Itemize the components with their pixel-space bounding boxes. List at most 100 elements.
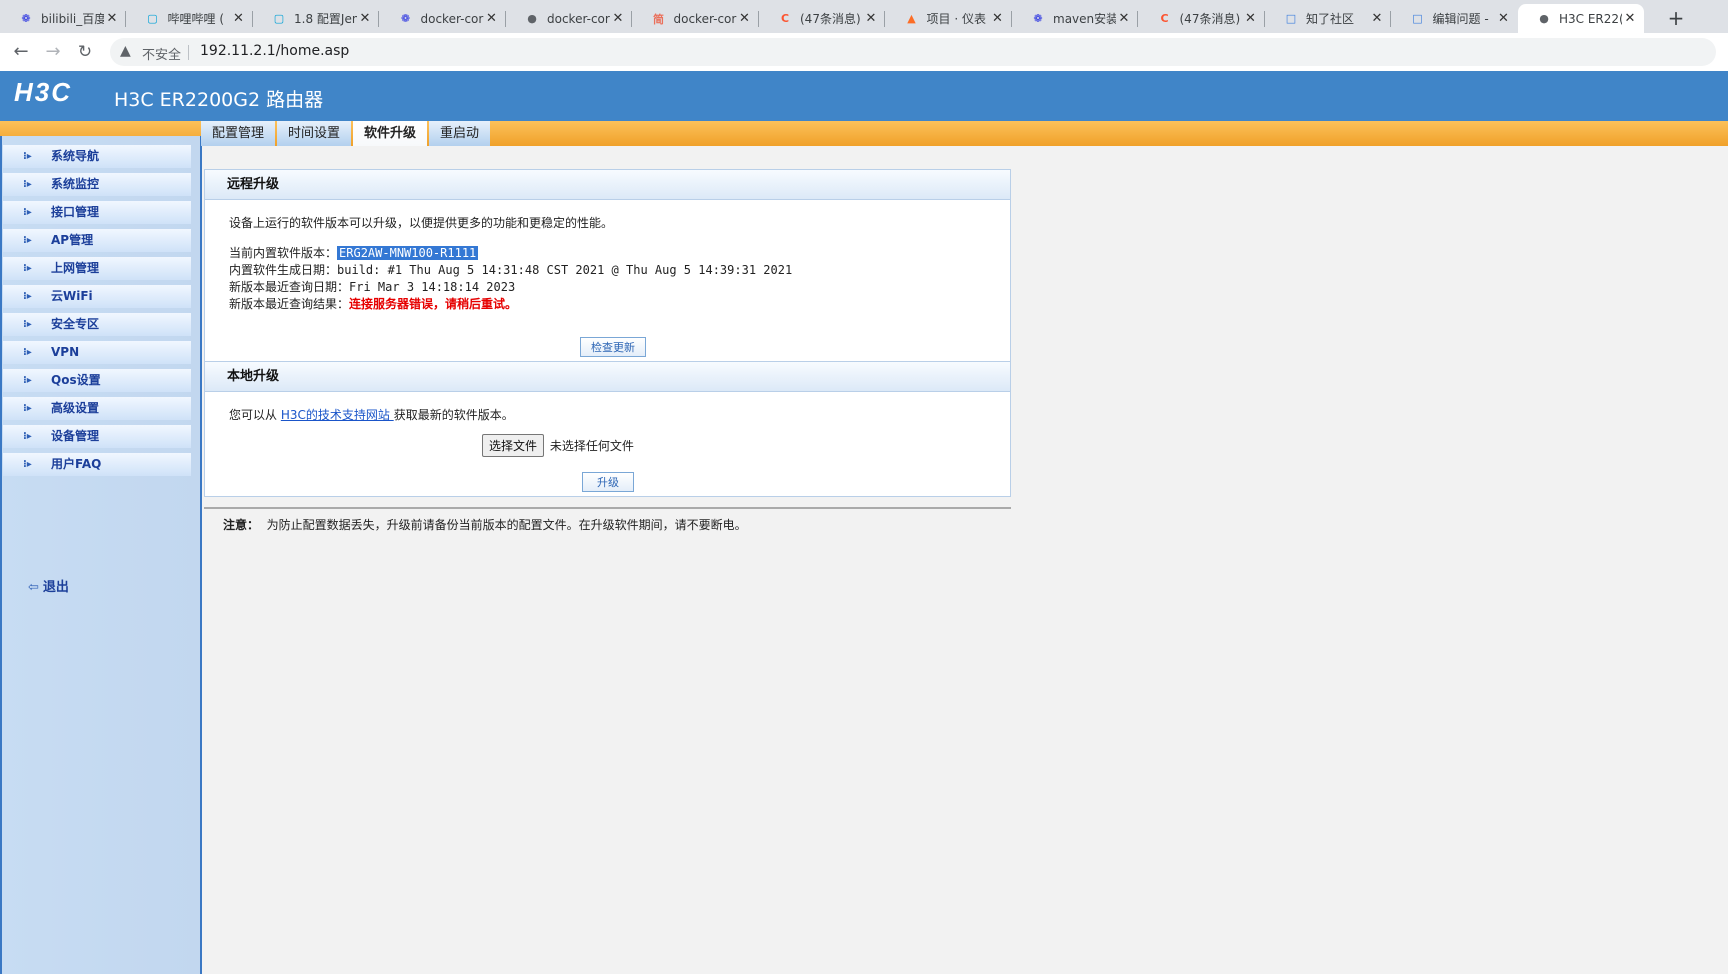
close-icon[interactable]: ✕ [1116, 11, 1132, 26]
browser-tab-title: docker-cor [673, 11, 737, 26]
insecure-label[interactable]: 不安全 [142, 44, 181, 63]
close-icon[interactable]: ✕ [484, 11, 500, 26]
logout-link[interactable]: ⇦ 退出 [28, 576, 69, 595]
sub-tab[interactable]: 软件升级 [353, 121, 428, 146]
menu-bullet-icon: ⁝▸ [23, 319, 32, 330]
bilibili-tv-icon: ▢ [147, 12, 158, 25]
build-date-label: 内置软件生成日期： [229, 263, 338, 277]
browser-tab[interactable]: 简 docker-cor ✕ [633, 4, 759, 33]
browser-tab[interactable]: C (47条消息) ✕ [1139, 4, 1265, 33]
sidebar-menu-item[interactable]: ⁝▸ 高级设置 [3, 397, 191, 420]
browser-tab[interactable]: ❁ maven安装 ✕ [1012, 4, 1138, 33]
close-icon[interactable]: ✕ [104, 11, 120, 26]
close-icon[interactable]: ✕ [990, 11, 1006, 26]
last-query-date-row: 新版本最近查询日期：Fri Mar 3 14:18:14 2023 [229, 279, 1010, 296]
remote-upgrade-panel: 远程升级 设备上运行的软件版本可以升级，以便提供更多的功能和更稳定的性能。 当前… [204, 169, 1011, 362]
sidebar-menu-item[interactable]: ⁝▸ 接口管理 [3, 201, 191, 224]
browser-tab-title: (47条消息) [1179, 12, 1241, 26]
close-icon[interactable]: ✕ [737, 11, 753, 26]
sidebar-menu-item[interactable]: ⁝▸ 系统监控 [3, 173, 191, 196]
support-site-link[interactable]: H3C的技术支持网站 [281, 408, 394, 422]
close-icon[interactable]: ✕ [1622, 11, 1638, 26]
sidebar-menu-label[interactable]: 系统导航 [51, 145, 99, 168]
sidebar-menu-item[interactable]: ⁝▸ AP管理 [3, 229, 191, 252]
sidebar-menu-label[interactable]: Qos设置 [51, 369, 101, 392]
top-banner: H3C H3C ER2200G2 路由器 [0, 71, 1728, 121]
sidebar-menu-item[interactable]: ⁝▸ 安全专区 [3, 313, 191, 336]
sidebar-menu-item[interactable]: ⁝▸ 系统导航 [3, 145, 191, 168]
build-date-value: build: #1 Thu Aug 5 14:31:48 CST 2021 @ … [337, 263, 793, 277]
csdn-icon: C [1160, 12, 1169, 25]
sidebar-menu-item[interactable]: ⁝▸ 设备管理 [3, 425, 191, 448]
browser-tab-title: docker-cor [420, 11, 484, 26]
menu-bullet-icon: ⁝▸ [23, 207, 32, 218]
baidu-paw-icon: ❁ [400, 12, 411, 25]
browser-tab[interactable]: □ 知了社区 ✕ [1265, 4, 1391, 33]
browser-tab[interactable]: ❁ bilibili_百度 ✕ [0, 4, 126, 33]
browser-tab[interactable]: ● docker-cor ✕ [506, 4, 632, 33]
sidebar-menu-item[interactable]: ⁝▸ 云WiFi [3, 285, 191, 308]
zhiliao-icon: □ [1412, 12, 1423, 25]
remote-upgrade-heading: 远程升级 [205, 170, 1010, 200]
browser-tab-title: bilibili_百度 [41, 12, 104, 26]
menu-bullet-icon: ⁝▸ [23, 431, 32, 442]
sidebar-menu-label[interactable]: 用户FAQ [51, 453, 101, 476]
close-icon[interactable]: ✕ [231, 11, 247, 26]
sidebar-menu-label[interactable]: 接口管理 [51, 201, 99, 224]
choose-file-button[interactable]: 选择文件 [482, 434, 545, 457]
sidebar-menu-label[interactable]: 安全专区 [51, 313, 99, 336]
note-divider [204, 507, 1011, 509]
close-icon[interactable]: ✕ [863, 11, 879, 26]
browser-tab[interactable]: ▢ 1.8 配置Jen ✕ [253, 4, 379, 33]
forward-icon[interactable]: → [42, 41, 64, 63]
url-text[interactable]: 192.11.2.1/home.asp [200, 43, 349, 59]
browser-tab[interactable]: ▲ 项目 · 仪表 ✕ [886, 4, 1012, 33]
warning-icon[interactable]: ▲ [120, 43, 131, 59]
browser-tab[interactable]: ● H3C ER22(✕ [1518, 4, 1644, 33]
address-bar[interactable]: ▲ 不安全 192.11.2.1/home.asp [110, 38, 1716, 66]
note-text: 为防止配置数据丢失，升级前请备份当前版本的配置文件。在升级软件期间，请不要断电。 [266, 518, 747, 532]
back-icon[interactable]: ← [10, 41, 32, 63]
sidebar-menu-label[interactable]: 云WiFi [51, 285, 93, 308]
new-tab-button[interactable]: + [1662, 4, 1690, 32]
sidebar-menu-item[interactable]: ⁝▸ Qos设置 [3, 369, 191, 392]
current-version-label: 当前内置软件版本： [229, 246, 338, 260]
close-icon[interactable]: ✕ [610, 11, 626, 26]
menu-bullet-icon: ⁝▸ [23, 235, 32, 246]
sub-tab[interactable]: 重启动 [429, 121, 491, 146]
sidebar-menu-label[interactable]: 高级设置 [51, 397, 99, 420]
browser-tab-title: (47条消息) [800, 12, 861, 26]
local-upgrade-panel: 本地升级 您可以从 H3C的技术支持网站 获取最新的软件版本。 选择文件 未选择… [204, 362, 1011, 497]
close-icon[interactable]: ✕ [1496, 11, 1512, 26]
local-intro: 您可以从 H3C的技术支持网站 获取最新的软件版本。 [229, 406, 1010, 423]
sidebar-menu-label[interactable]: 设备管理 [51, 425, 99, 448]
sidebar-menu-label[interactable]: VPN [51, 341, 79, 364]
current-version-row: 当前内置软件版本： ERG2AW-MNW100-R1111 [229, 245, 1010, 262]
close-icon[interactable]: ✕ [1369, 11, 1385, 26]
browser-tab-strip: ❁ bilibili_百度 ✕ ▢ 哔哩哔哩 (✕ ▢ 1.8 配置Jen ✕ ❁ docker-… [0, 0, 1728, 33]
browser-tab-title: 项目 · 仪表 [926, 12, 986, 26]
baidu-paw-icon: ❁ [1033, 12, 1043, 25]
upgrade-button[interactable]: 升级 [582, 472, 634, 492]
logout-label[interactable]: 退出 [43, 580, 69, 595]
sidebar-menu-label[interactable]: 系统监控 [51, 173, 99, 196]
sidebar-menu-label[interactable]: AP管理 [51, 229, 93, 252]
reload-icon[interactable]: ↻ [74, 41, 96, 63]
sidebar-menu-item[interactable]: ⁝▸ 上网管理 [3, 257, 191, 280]
build-date-row: 内置软件生成日期：build: #1 Thu Aug 5 14:31:48 CS… [229, 262, 1010, 279]
close-icon[interactable]: ✕ [357, 11, 373, 26]
browser-tab-title: 哔哩哔哩 ( [167, 12, 225, 26]
browser-tab[interactable]: C (47条消息) ✕ [759, 4, 885, 33]
sub-tab[interactable]: 配置管理 [201, 121, 276, 146]
browser-tab-title: docker-cor [547, 11, 610, 26]
browser-tab[interactable]: ❁ docker-cor ✕ [380, 4, 506, 33]
check-update-button[interactable]: 检查更新 [580, 337, 646, 357]
note-row: 注意： 为防止配置数据丢失，升级前请备份当前版本的配置文件。在升级软件期间，请不… [204, 516, 1011, 533]
sidebar-menu-item[interactable]: ⁝▸ 用户FAQ [3, 453, 191, 476]
sub-tab[interactable]: 时间设置 [277, 121, 352, 146]
sidebar-menu-label[interactable]: 上网管理 [51, 257, 99, 280]
browser-tab[interactable]: ▢ 哔哩哔哩 ( ✕ [127, 4, 253, 33]
close-icon[interactable]: ✕ [1243, 11, 1259, 26]
sidebar-menu-item[interactable]: ⁝▸ VPN [3, 341, 191, 364]
browser-tab[interactable]: □ 编辑问题 - ✕ [1392, 4, 1518, 33]
